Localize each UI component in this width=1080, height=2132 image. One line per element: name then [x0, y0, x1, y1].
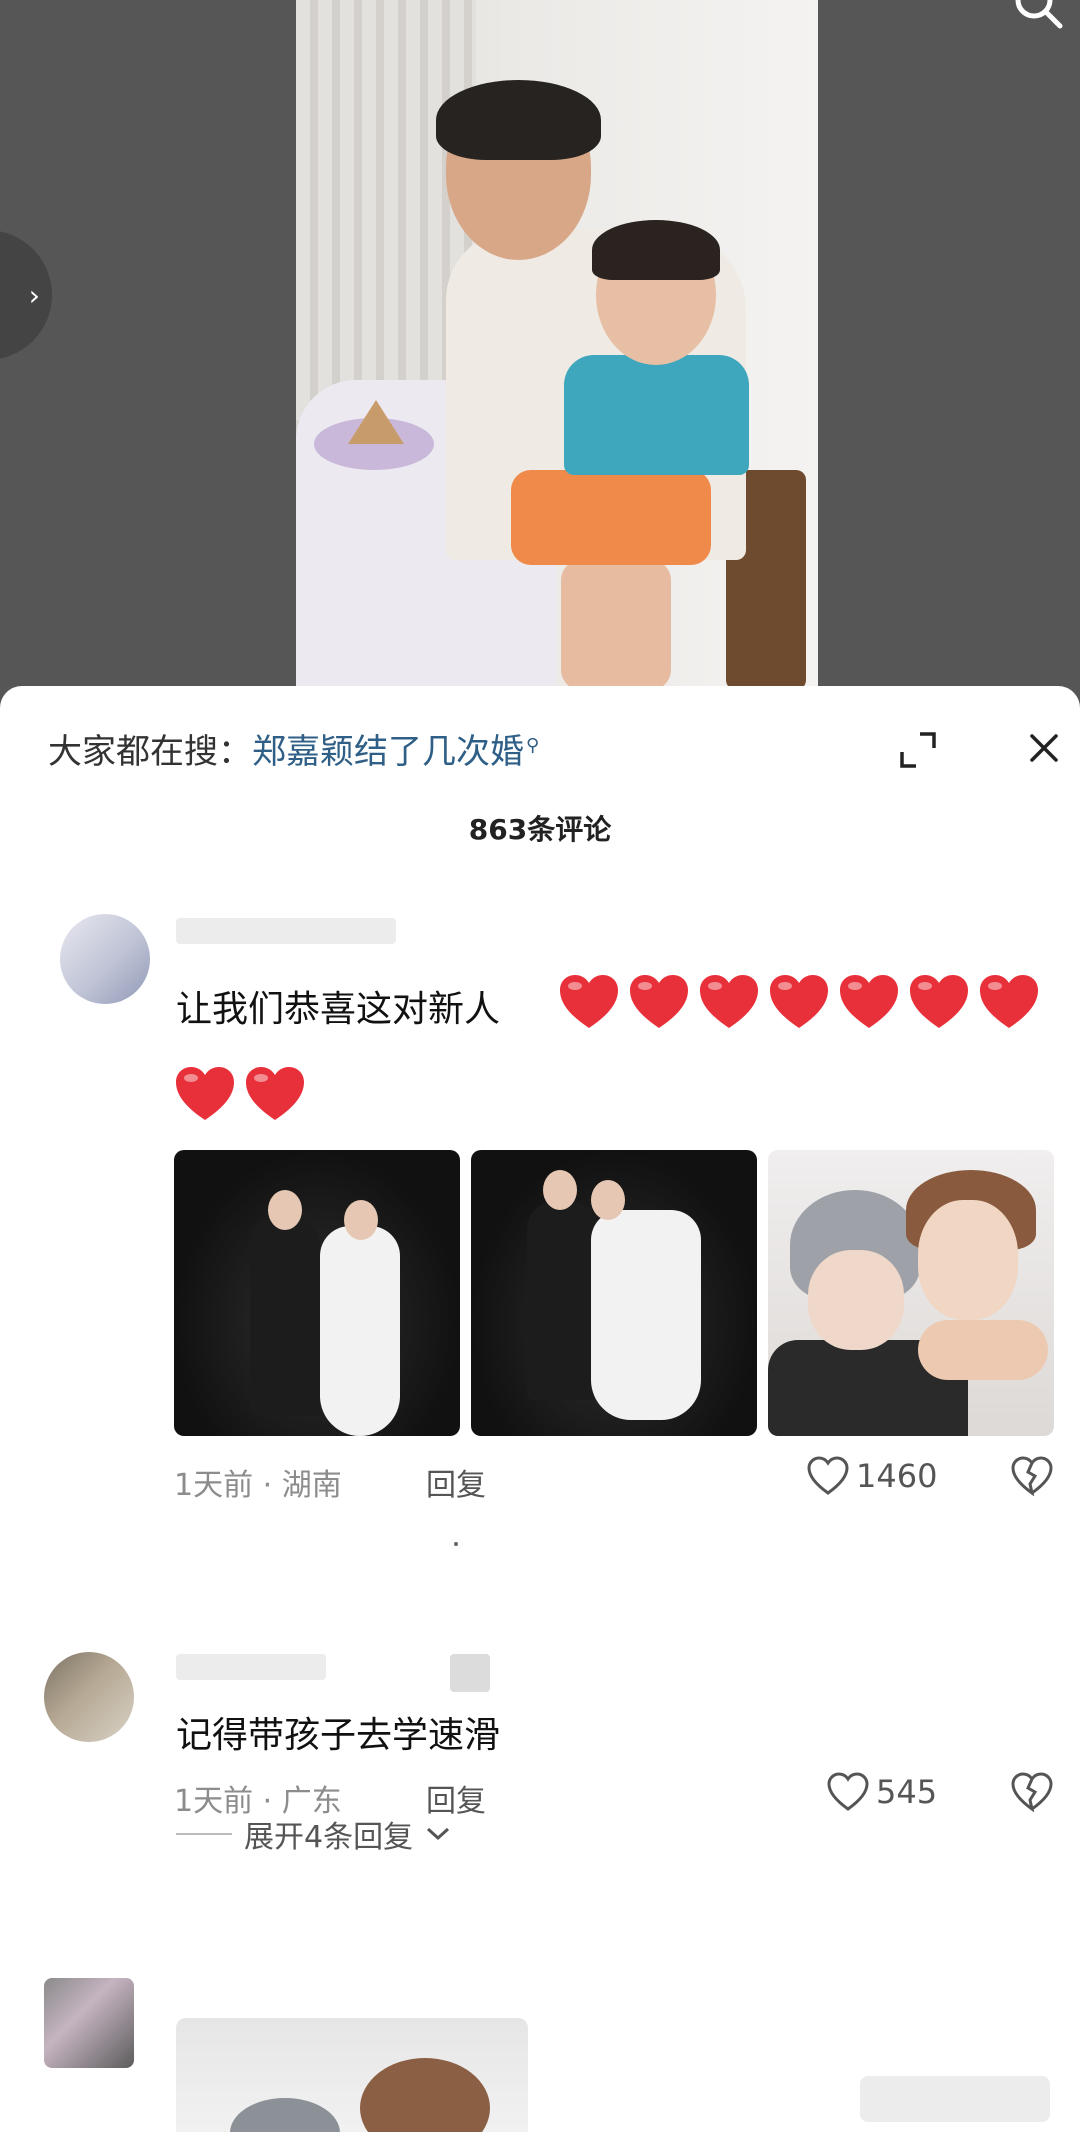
username-blurred[interactable]: [176, 1654, 326, 1680]
comment-image[interactable]: [176, 2018, 528, 2132]
avatar[interactable]: [60, 914, 150, 1004]
broken-heart-icon[interactable]: [1010, 1456, 1054, 1496]
expand-replies-button[interactable]: 展开4条回复: [176, 1812, 451, 1856]
figure-head: [591, 1180, 625, 1220]
child-legs: [561, 560, 671, 686]
figure-bride: [591, 1210, 701, 1420]
figure-brown-hair: [360, 2058, 490, 2132]
divider-line: [176, 1833, 232, 1835]
video-frame: [296, 0, 818, 686]
expand-replies-label: 展开4条回复: [244, 1820, 414, 1855]
comments-count: 863条评论: [468, 813, 612, 846]
comment-image-2[interactable]: [471, 1150, 757, 1436]
broken-heart-icon[interactable]: [1010, 1772, 1054, 1812]
red-heart-emoji: [770, 975, 828, 1028]
username-blurred: [450, 1654, 490, 1692]
hot-search-label: 大家都在搜：: [48, 732, 252, 772]
heart-outline-icon: [807, 1456, 849, 1495]
red-heart-emoji: [980, 975, 1038, 1028]
chevron-down-icon: [427, 1827, 450, 1841]
divider-dot: [454, 1542, 458, 1546]
like-button[interactable]: 545: [826, 1772, 937, 1812]
expand-icon[interactable]: [896, 728, 940, 772]
reply-button[interactable]: 回复: [426, 1460, 486, 1504]
comment-text: 记得带孩子去学速滑: [176, 1715, 501, 1756]
comment-image-3[interactable]: [768, 1150, 1054, 1436]
red-heart-emoji: [700, 975, 758, 1028]
close-icon[interactable]: [1024, 728, 1064, 768]
figure-face: [808, 1250, 904, 1350]
comment-meta: 1天前 · 湖南: [174, 1468, 342, 1503]
search-icon[interactable]: [1008, 0, 1068, 38]
red-heart-emoji: [560, 975, 618, 1028]
comment-text: 让我们恭喜这对新人: [176, 989, 501, 1030]
like-count: 545: [876, 1773, 938, 1811]
prev-chevron-icon[interactable]: ›: [0, 230, 52, 360]
red-heart-emoji: [630, 975, 688, 1028]
child-shirt: [564, 355, 749, 475]
like-count: 1460: [856, 1457, 938, 1495]
red-heart-emoji: [246, 1067, 304, 1120]
red-heart-emoji: [840, 975, 898, 1028]
child-shorts: [511, 470, 711, 565]
red-heart-emoji: [176, 1067, 234, 1120]
figure-head: [268, 1190, 302, 1230]
hot-search-icon: ⚲: [526, 734, 540, 756]
figure-head: [543, 1170, 577, 1210]
like-button[interactable]: 1460: [806, 1456, 937, 1496]
red-heart-emoji: [910, 975, 968, 1028]
username-blurred[interactable]: [176, 918, 396, 944]
avatar[interactable]: [44, 1652, 134, 1742]
heart-emoji-row: [172, 1064, 308, 1124]
figure-groom: [250, 1216, 320, 1416]
figure-arm: [918, 1320, 1048, 1380]
heart-outline-icon: [827, 1772, 869, 1811]
child-hair: [592, 220, 720, 280]
video-player[interactable]: ›: [0, 0, 1080, 700]
figure-head: [344, 1200, 378, 1240]
man-hair: [436, 80, 601, 160]
figure-gray-hair: [230, 2098, 340, 2132]
hot-search-term[interactable]: 郑嘉颖结了几次婚: [252, 732, 524, 772]
watermark: [860, 2076, 1050, 2122]
figure-face: [918, 1200, 1018, 1320]
heart-emoji-row: [556, 972, 1042, 1032]
figure-bride: [320, 1226, 400, 1436]
avatar[interactable]: [44, 1978, 134, 2068]
hot-search-bar[interactable]: 大家都在搜：郑嘉颖结了几次婚 ⚲: [48, 724, 539, 773]
comment-sheet: 大家都在搜：郑嘉颖结了几次婚 ⚲ 863条评论 让我们恭喜这对新人 1天前 · 湖…: [0, 686, 1080, 2132]
comment-image-1[interactable]: [174, 1150, 460, 1436]
figure-groom: [527, 1200, 597, 1400]
